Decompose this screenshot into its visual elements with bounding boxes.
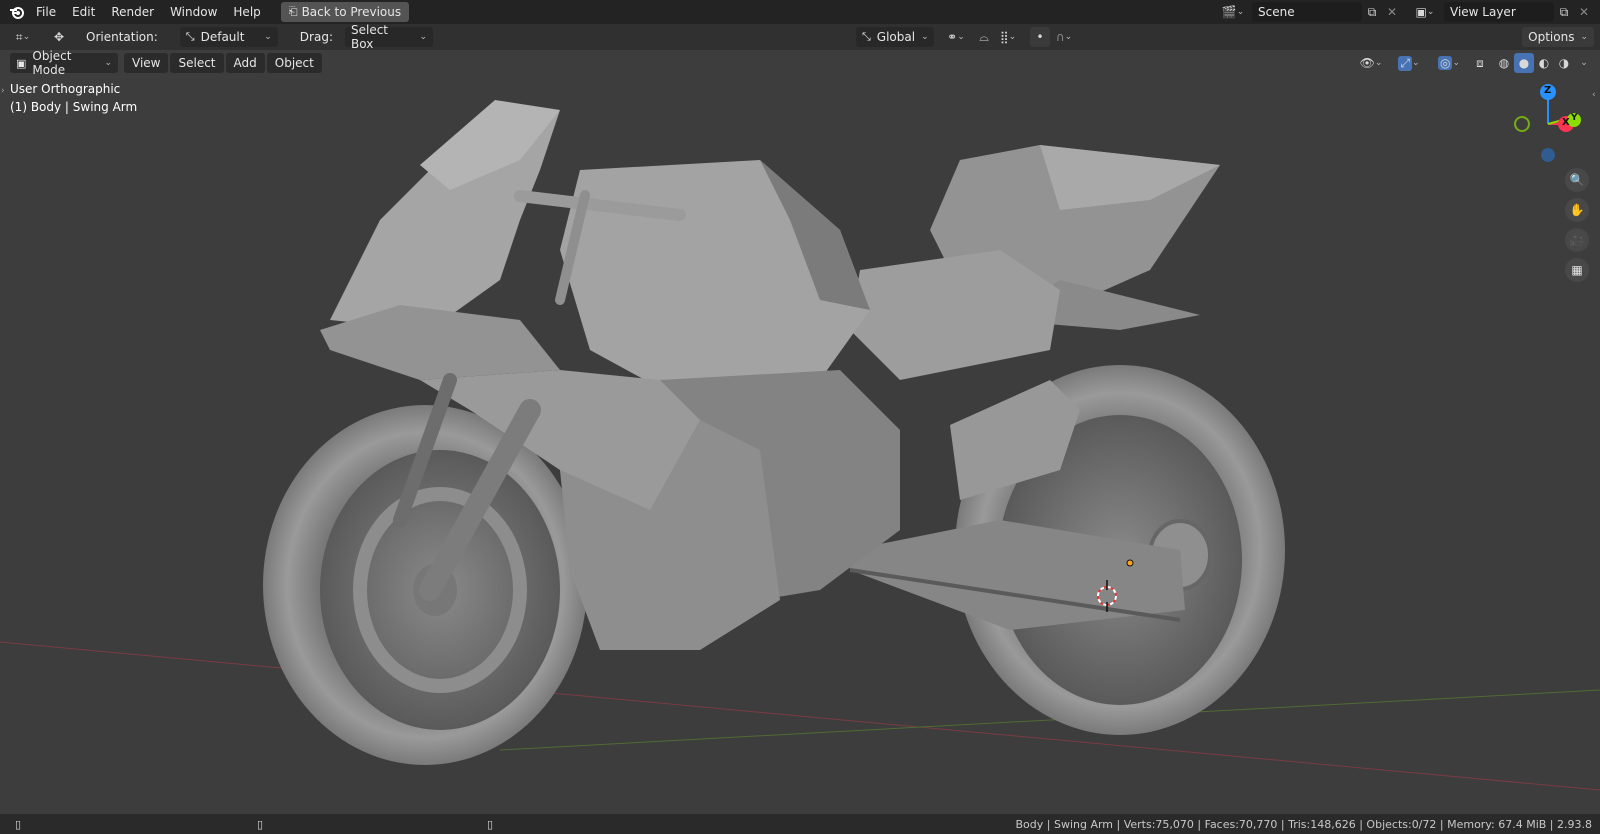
proportional-falloff-icon[interactable]: ∩ ⌄ [1050,27,1078,47]
xray-toggle-icon[interactable]: ⧈ [1470,53,1490,73]
blender-logo-icon[interactable] [6,2,28,22]
orientation-dropdown[interactable]: ⤡ Default ⌄ [179,27,278,47]
orientation-label: Orientation: [86,30,158,44]
object-info-overlay: (1) Body | Swing Arm [10,100,138,114]
global-axes-icon: ⤡ [861,30,871,43]
x-axis-line [0,641,1600,791]
view-layer-field[interactable]: View Layer [1444,2,1554,22]
pan-hand-icon[interactable]: ✋ [1565,198,1589,222]
new-scene-icon[interactable]: ⧉ [1362,2,1382,22]
menu-help[interactable]: Help [225,0,268,24]
rendered-shading-icon[interactable]: ◑ [1554,53,1574,73]
mode-dropdown[interactable]: ▣ Object Mode ⌄ [10,49,118,77]
menu-view[interactable]: View [124,53,169,73]
seat [850,250,1060,380]
menu-edit[interactable]: Edit [64,0,103,24]
mouse-left-icon: ▯ [14,817,22,831]
remove-view-layer-icon[interactable]: ✕ [1574,2,1594,22]
toolbar-expand-icon[interactable]: › [1,86,5,96]
chevron-down-icon: ⌄ [264,32,272,42]
proportional-edit-icon[interactable]: • [1029,27,1050,47]
mouse-middle-icon: ▯ [256,817,264,831]
status-bar: ▯ ▯ ▯ Body | Swing Arm | Verts:75,070 | … [0,814,1600,834]
remove-scene-icon[interactable]: ✕ [1382,2,1402,22]
overlays-toggle-icon[interactable]: ◎ ⌄ [1432,53,1466,73]
visibility-icon[interactable]: 👁 ⌄ [1356,53,1386,73]
editor-type-icon[interactable]: ⌗ ⌄ [8,27,38,47]
viewport-header: ▣ Object Mode ⌄ View Select Add Object 👁… [0,49,1600,77]
back-to-previous-button[interactable]: ⎗ Back to Previous [280,2,410,22]
mode-value: Object Mode [32,49,72,77]
options-label: Options [1528,30,1575,44]
gizmo-x-label: X [1562,117,1570,128]
gizmo-y-label: Y [1571,113,1578,123]
gizmo-toggle-icon[interactable]: ⤢ ⌄ [1392,53,1426,73]
chevron-down-icon: ⌄ [1580,32,1588,42]
menu-render[interactable]: Render [103,0,162,24]
menu-window[interactable]: Window [162,0,225,24]
pivot-point-icon[interactable]: ⚭ ⌄ [942,27,970,47]
top-bar: File Edit Render Window Help ⎗ Back to P… [0,0,1600,24]
back-icon: ⎗ [288,5,298,18]
chevron-down-icon: ⌄ [104,58,112,68]
sidebar-expand-icon[interactable]: ‹ [1592,90,1596,100]
material-shading-icon[interactable]: ◐ [1534,53,1554,73]
back-to-previous-label: Back to Previous [301,5,402,19]
gizmo-z-label: Z [1544,85,1552,96]
zoom-icon[interactable]: 🔍 [1565,168,1589,192]
camera-view-icon[interactable]: 🎥 [1565,228,1589,252]
orientation-icon: ⤡ [185,30,195,43]
orientation-value: Default [200,30,245,44]
solid-shading-icon[interactable]: ● [1514,53,1534,73]
view-name-overlay: User Orthographic [10,82,121,96]
object-origin[interactable] [1126,559,1134,567]
drag-label: Drag: [299,30,333,44]
menu-file[interactable]: File [28,0,64,24]
wireframe-shading-icon[interactable]: ◍ [1494,53,1514,73]
drag-value: Select Box [350,23,389,51]
chevron-down-icon: ⌄ [921,32,929,42]
menu-add[interactable]: Add [225,53,265,73]
menu-object[interactable]: Object [266,53,322,73]
scene-name-field[interactable]: Scene [1252,2,1362,22]
new-view-layer-icon[interactable]: ⧉ [1554,2,1574,22]
drag-dropdown[interactable]: Select Box ⌄ [344,23,433,51]
move-tool-icon[interactable]: ✥ [46,27,72,47]
menu-select[interactable]: Select [170,53,224,73]
transform-orientation-value: Global [876,30,916,44]
shading-options-icon[interactable]: ⌄ [1574,53,1594,73]
scene-statistics: Body | Swing Arm | Verts:75,070 | Faces:… [1015,817,1593,831]
tool-header: ⌗ ⌄ ✥ Orientation: ⤡ Default ⌄ Drag: Sele… [0,23,1600,51]
object-mode-icon: ▣ [16,56,27,70]
viewport-scene[interactable] [0,50,1600,814]
view-layer-selector-icon[interactable]: ▣ ⌄ [1410,2,1440,22]
snap-toggle-icon[interactable]: ⌓ [974,27,994,47]
chevron-down-icon: ⌄ [419,32,427,42]
scene-selector-icon[interactable]: 🎬 ⌄ [1218,2,1248,22]
navigation-gizmo[interactable]: Z X Y [1508,80,1588,164]
mouse-right-icon: ▯ [486,817,494,831]
snap-target-icon[interactable]: ⣿ ⌄ [994,27,1022,47]
options-dropdown[interactable]: Options ⌄ [1522,27,1594,47]
3d-viewport[interactable]: User Orthographic (1) Body | Swing Arm Z… [0,50,1600,814]
transform-orientation-dropdown[interactable]: ⤡ Global ⌄ [855,27,934,47]
perspective-toggle-icon[interactable]: ▦ [1565,258,1589,282]
